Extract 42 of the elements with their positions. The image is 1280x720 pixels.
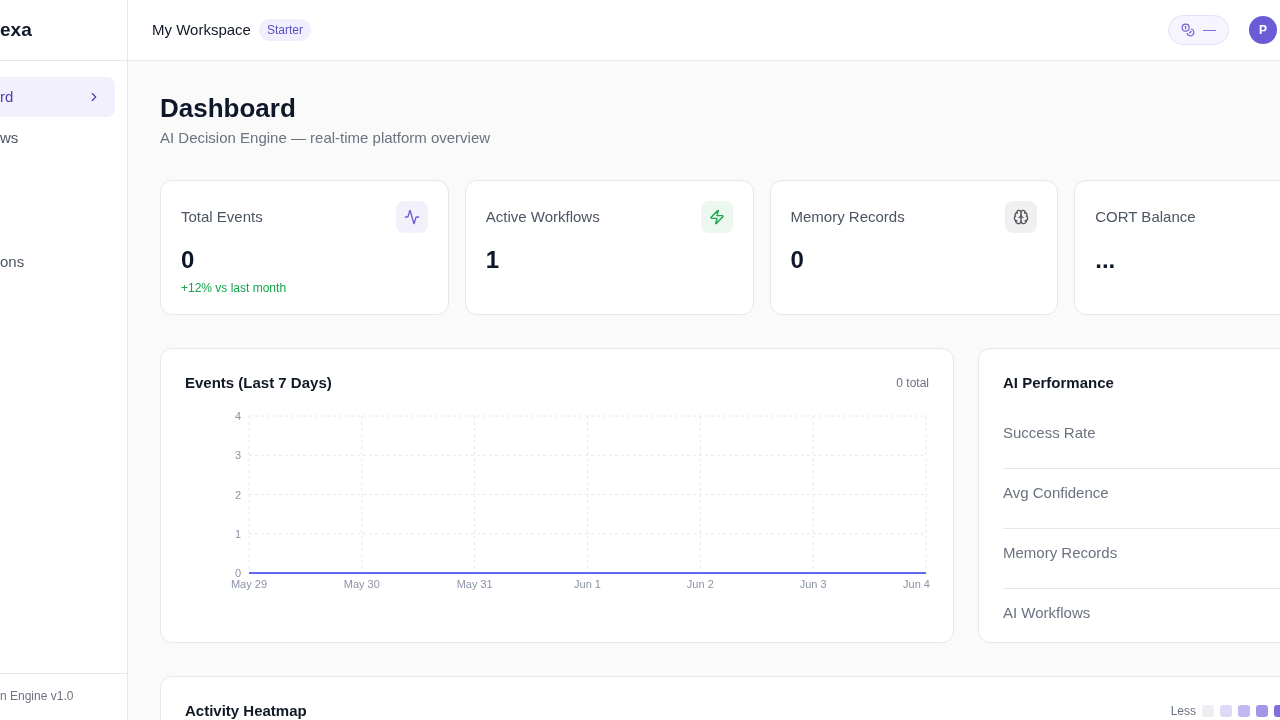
stat-label: Memory Records — [790, 206, 905, 227]
stat-value: ... — [1095, 246, 1117, 274]
coins-icon — [1181, 23, 1195, 37]
stat-label: CORT Balance — [1095, 206, 1196, 227]
axis-tick-label: 1 — [234, 527, 241, 540]
axis-tick-label: May 31 — [456, 578, 493, 590]
metric-label: Memory Records — [1003, 544, 1118, 561]
stat-label: Active Workflows — [485, 206, 600, 227]
stat-value: 0 — [790, 246, 805, 274]
sidebar-item[interactable]: ws — [0, 118, 115, 159]
sidebar-item[interactable]: rd — [0, 77, 115, 117]
page-subtitle: AI Decision Engine — real-time platform overview — [160, 128, 492, 148]
credits-button[interactable]: — — [1168, 15, 1229, 45]
axis-tick-label: 4 — [234, 410, 241, 422]
workspace-name: My Workspace — [152, 19, 251, 40]
sidebar-item[interactable]: ons — [0, 242, 115, 283]
legend-label: Less — [1170, 703, 1196, 720]
axis-tick-label: 3 — [234, 449, 241, 462]
stat-value: 0 — [181, 246, 196, 274]
stat-label: Total Events — [181, 206, 263, 227]
axis-tick-label: Jun 3 — [799, 578, 827, 590]
axis-tick-label: May 29 — [230, 578, 268, 590]
metric-label: Success Rate — [1003, 424, 1096, 441]
axis-tick-label: 0 — [234, 567, 241, 579]
axis-tick-label: May 30 — [343, 578, 380, 590]
heatmap-title: Activity Heatmap — [185, 700, 307, 720]
metric-label: AI Workflows — [1003, 604, 1091, 621]
plan-badge: Starter — [258, 19, 311, 41]
logo-text: exa — [0, 17, 32, 42]
chart-title: Events (Last 7 Days) — [185, 372, 332, 393]
axis-tick-label: Jun 4 — [903, 578, 930, 590]
axis-tick-label: Jun 1 — [574, 578, 601, 590]
axis-tick-label: Jun 2 — [686, 578, 714, 590]
stat-change: +12% vs last month — [181, 280, 288, 296]
metric-label: Avg Confidence — [1003, 484, 1109, 501]
performance-title: AI Performance — [1003, 373, 1115, 393]
stat-value: 1 — [485, 246, 501, 274]
version-text: n Engine v1.0 — [0, 688, 74, 705]
chart-total: 0 total — [896, 375, 929, 392]
page-title: Dashboard — [160, 92, 297, 124]
axis-tick-label: 2 — [234, 488, 241, 501]
avatar-button[interactable]: P — [1249, 16, 1277, 44]
